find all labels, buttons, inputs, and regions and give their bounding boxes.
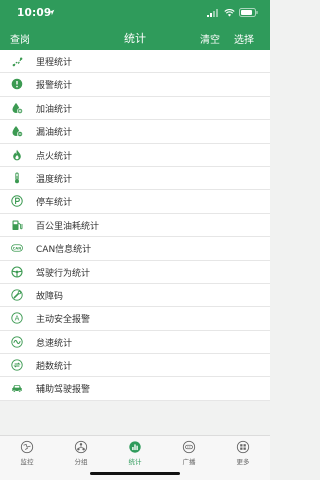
list-item-label: 辅助驾驶报警 <box>36 385 91 396</box>
statistics-icon <box>129 441 141 453</box>
list-item-trips[interactable]: 趟数统计 <box>0 354 270 378</box>
list-item-label: 里程统计 <box>36 58 73 68</box>
tab-monitor[interactable]: 监控 <box>0 440 54 466</box>
list-item-label: 加油统计 <box>36 104 73 115</box>
svg-text:A: A <box>15 315 20 323</box>
list-item-label: 漏油统计 <box>36 128 73 139</box>
mileage-icon <box>11 55 23 67</box>
tab-more[interactable]: 更多 <box>216 440 270 466</box>
list-item-temperature[interactable]: 温度统计 <box>0 167 270 191</box>
alarm-icon <box>11 78 23 90</box>
group-icon <box>74 440 88 454</box>
ignition-icon <box>11 149 23 161</box>
monitor-icon <box>20 440 34 454</box>
list-item-driving-behavior[interactable]: 驾驶行为统计 <box>0 261 270 284</box>
list-item-label: 怠速统计 <box>36 338 73 349</box>
list-item-oil-leak[interactable]: 漏油统计 <box>0 120 270 144</box>
fault-code-icon <box>11 289 23 301</box>
page-title: 统计 <box>124 32 146 45</box>
statistics-list: 里程统计 报警统计 加油统计 漏油统计 点火统计 温度统计 停车统计 百公里油耗… <box>0 50 270 401</box>
list-item-driver-assist[interactable]: 辅助驾驶报警 <box>0 377 270 401</box>
tab-label: 更多 <box>236 458 250 466</box>
list-item-can[interactable]: CAN CAN信息统计 <box>0 237 270 261</box>
list-item-label: 趟数统计 <box>36 362 73 373</box>
list-item-fault-code[interactable]: 故障码 <box>0 284 270 308</box>
home-indicator <box>90 472 180 475</box>
list-item-label: 停车统计 <box>36 198 73 209</box>
list-item-label: 点火统计 <box>36 151 73 162</box>
list-item-label: 故障码 <box>36 291 64 302</box>
wifi-icon <box>224 8 235 17</box>
more-icon <box>236 440 250 454</box>
list-item-label: 报警统计 <box>36 81 73 92</box>
list-item-parking[interactable]: 停车统计 <box>0 190 270 214</box>
list-item-mileage[interactable]: 里程统计 <box>0 50 270 74</box>
list-item-label: CAN信息统计 <box>36 245 92 256</box>
trips-icon <box>11 359 23 371</box>
tab-label: 分组 <box>74 458 88 466</box>
list-item-label: 百公里油耗统计 <box>36 221 100 232</box>
location-arrow-icon <box>48 9 55 16</box>
list-item-idle[interactable]: 怠速统计 <box>0 331 270 355</box>
list-item-active-safety[interactable]: A 主动安全报警 <box>0 307 270 331</box>
list-item-ignition[interactable]: 点火统计 <box>0 144 270 167</box>
nav-bar: 查岗 统计 清空 选择 <box>0 27 270 50</box>
broadcast-icon <box>182 440 196 454</box>
tab-label: 统计 <box>128 458 142 466</box>
battery-icon <box>239 8 258 17</box>
list-item-label: 驾驶行为统计 <box>36 268 91 279</box>
parking-icon <box>11 195 23 208</box>
fuel-consumption-icon <box>11 219 23 231</box>
tab-statistics[interactable]: 统计 <box>108 440 162 466</box>
nav-clear-button[interactable]: 清空 <box>200 31 220 46</box>
list-item-refuel[interactable]: 加油统计 <box>0 97 270 121</box>
active-safety-icon: A <box>11 312 23 324</box>
nav-select-button[interactable]: 选择 <box>234 31 254 46</box>
tab-group[interactable]: 分组 <box>54 440 108 466</box>
tab-label: 广播 <box>182 458 196 466</box>
status-indicators <box>207 8 258 17</box>
list-item-alarm[interactable]: 报警统计 <box>0 73 270 97</box>
list-item-label: 温度统计 <box>36 174 73 185</box>
idle-icon <box>11 336 23 348</box>
list-item-label: 主动安全报警 <box>36 315 91 326</box>
can-icon: CAN <box>11 242 23 254</box>
status-bar: 10:09 <box>0 0 270 27</box>
oil-leak-icon <box>11 125 23 138</box>
refuel-icon <box>11 102 23 114</box>
status-time: 10:09 <box>17 7 52 19</box>
temperature-icon <box>11 172 23 184</box>
tab-label: 监控 <box>20 458 34 466</box>
signal-icon <box>207 8 218 17</box>
svg-text:CAN: CAN <box>13 246 21 250</box>
list-item-fuel-consumption[interactable]: 百公里油耗统计 <box>0 214 270 238</box>
list-background <box>0 401 270 435</box>
steering-wheel-icon <box>11 265 23 278</box>
driver-assist-icon <box>11 382 23 394</box>
tab-broadcast[interactable]: 广播 <box>162 440 216 466</box>
